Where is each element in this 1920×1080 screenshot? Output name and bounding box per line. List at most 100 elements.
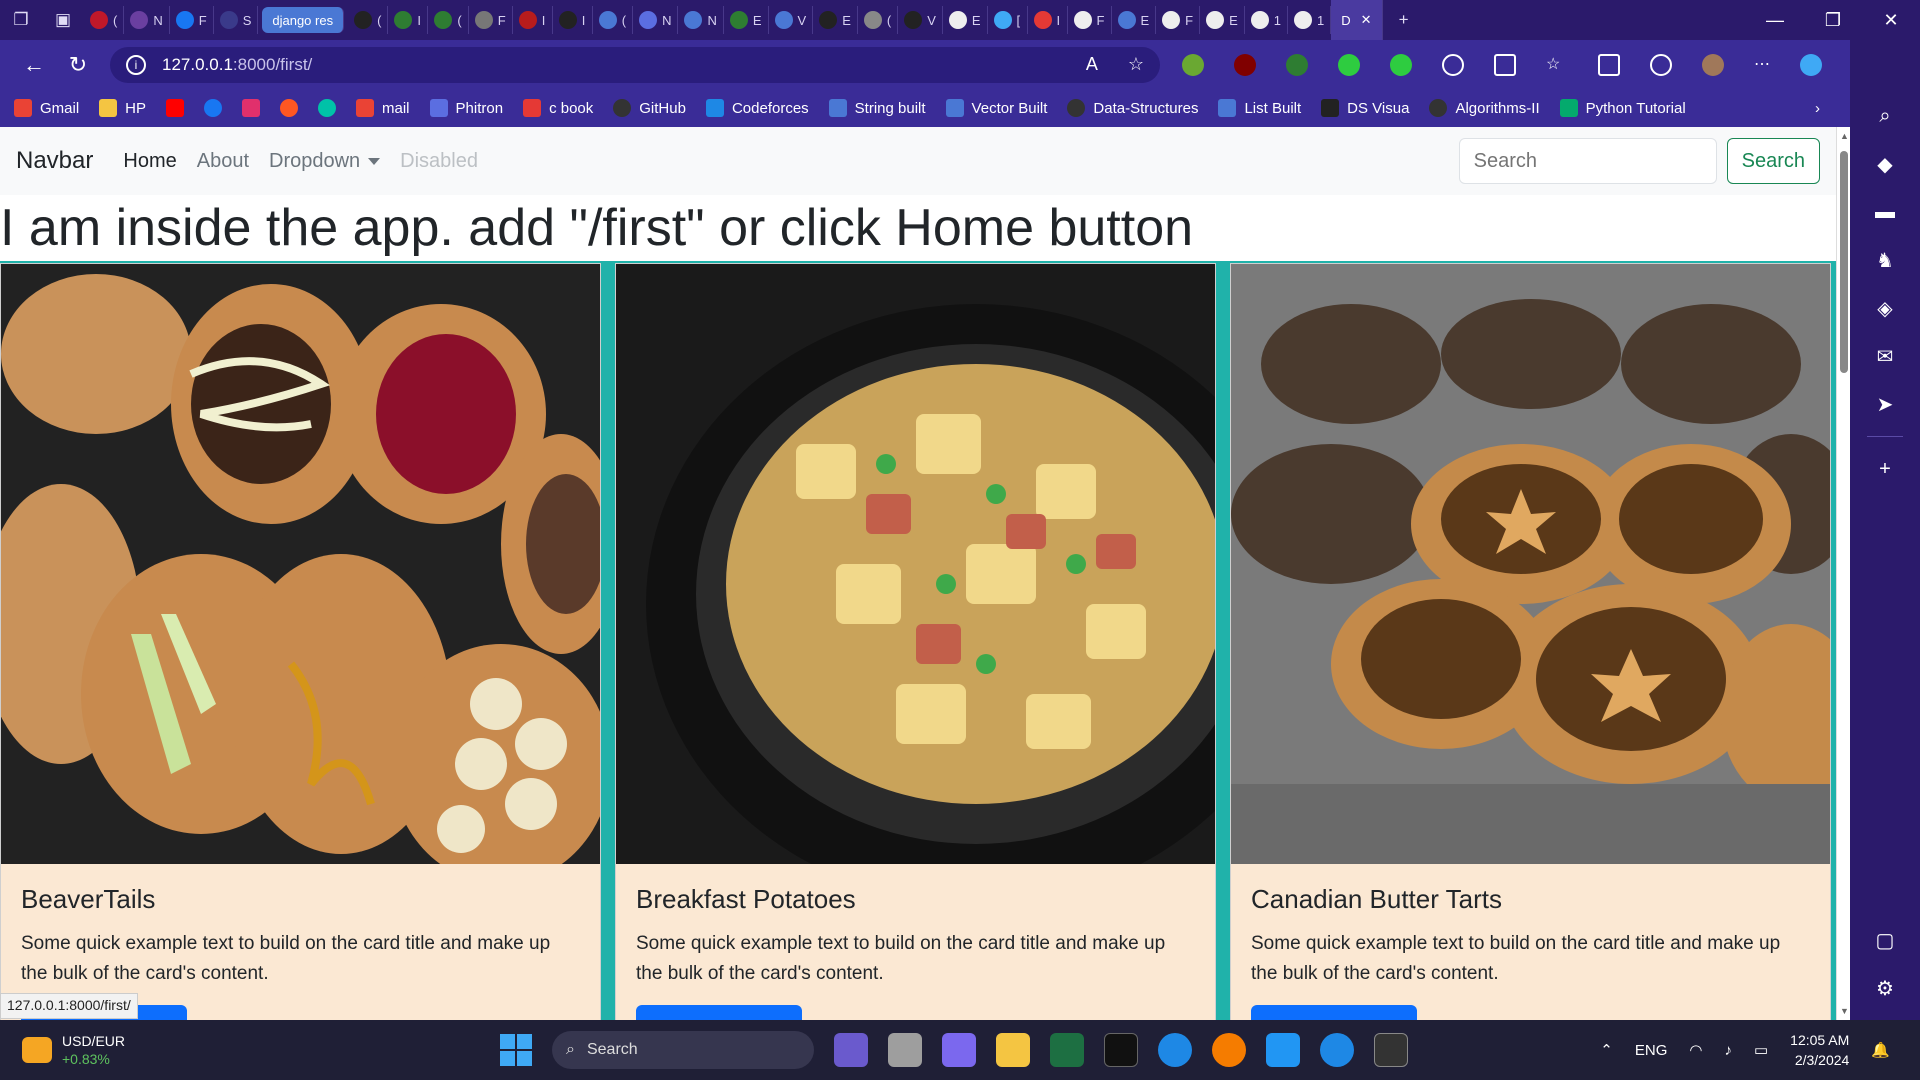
tab-django-res[interactable]: django res	[262, 7, 345, 33]
workspaces-icon[interactable]: ❐	[0, 0, 42, 40]
ticker-widget[interactable]: USD/EUR +0.83%	[0, 1032, 300, 1068]
tab-actions-icon[interactable]: ▣	[42, 0, 84, 40]
windows-start-icon[interactable]	[500, 1034, 532, 1066]
bookmark-algorithms-ii[interactable]: Algorithms-II	[1429, 99, 1540, 117]
bookmark-python-tutorial[interactable]: Python Tutorial	[1559, 99, 1686, 117]
bookmark-notifications[interactable]	[280, 99, 299, 117]
page-scrollbar[interactable]: ▲ ▼	[1836, 127, 1850, 1020]
new-tab-icon[interactable]: +	[1383, 0, 1425, 40]
bookmark-vector-built[interactable]: Vector Built	[945, 99, 1047, 117]
wifi-icon[interactable]: ◠	[1689, 1041, 1702, 1059]
tab[interactable]: V	[898, 6, 943, 34]
back-icon[interactable]: ←	[12, 40, 56, 89]
powershell-icon[interactable]	[1374, 1033, 1408, 1067]
tab[interactable]: I	[388, 6, 429, 34]
add-icon[interactable]: +	[1865, 445, 1905, 493]
tab[interactable]: F	[1156, 6, 1201, 34]
send-icon[interactable]: ➤	[1865, 380, 1905, 428]
bookmark-codeforces[interactable]: Codeforces	[705, 99, 809, 117]
teams-icon[interactable]	[942, 1033, 976, 1067]
bookmark-youtube[interactable]	[166, 99, 185, 117]
collections-icon[interactable]	[1598, 53, 1620, 76]
battery-icon[interactable]: ▭	[1754, 1041, 1768, 1059]
extension-n2-icon[interactable]	[1390, 53, 1412, 76]
tab[interactable]: F	[170, 6, 214, 34]
minimize-icon[interactable]: —	[1746, 0, 1804, 40]
nav-about[interactable]: About	[197, 150, 249, 173]
tab[interactable]: 1	[1288, 6, 1332, 34]
tab[interactable]: E	[1112, 6, 1157, 34]
clock[interactable]: 12:05 AM 2/3/2024	[1790, 1030, 1849, 1070]
card-button[interactable]	[636, 1005, 802, 1020]
tools-icon[interactable]: ▬	[1865, 188, 1905, 236]
bookmark-string-built[interactable]: String built	[828, 99, 926, 117]
outlook-icon[interactable]: ✉	[1865, 332, 1905, 380]
browser-essentials-icon[interactable]	[1650, 53, 1672, 76]
tab[interactable]: E	[943, 6, 988, 34]
more-options-icon[interactable]: ⋯	[1754, 54, 1770, 76]
copilot-icon[interactable]: ◈	[1865, 284, 1905, 332]
bookmark-data-structures[interactable]: Data-Structures	[1067, 99, 1198, 117]
tab[interactable]: E	[724, 6, 769, 34]
restore-icon[interactable]: ❐	[1804, 0, 1862, 40]
bookmark-c-book[interactable]: c book	[523, 99, 593, 117]
bookmark-github[interactable]: GitHub	[613, 99, 686, 117]
tab[interactable]: E	[1200, 6, 1245, 34]
bookmark-ds-visua[interactable]: DS Visua	[1321, 99, 1409, 117]
tab[interactable]: N	[633, 6, 679, 34]
task-view-icon[interactable]	[888, 1033, 922, 1067]
language-indicator[interactable]: ENG	[1635, 1042, 1668, 1059]
tab[interactable]: I	[513, 6, 553, 34]
ublock-icon[interactable]	[1234, 53, 1256, 76]
games-icon[interactable]: ♞	[1865, 236, 1905, 284]
tab[interactable]: I	[553, 6, 593, 34]
extension-n-icon[interactable]	[1338, 53, 1360, 76]
search-icon[interactable]: ⌕	[1865, 92, 1905, 140]
close-window-icon[interactable]: ✕	[1862, 0, 1920, 40]
tab[interactable]: (	[858, 6, 899, 34]
nav-dropdown[interactable]: Dropdown	[269, 150, 381, 173]
copilot-app-icon[interactable]	[834, 1033, 868, 1067]
url-field[interactable]: i 127.0.0.1:8000/first/ A ☆	[110, 46, 1160, 83]
nav-home[interactable]: Home	[123, 150, 176, 173]
tab[interactable]: E	[813, 6, 858, 34]
notification-bell-icon[interactable]: 🔔	[1871, 1041, 1890, 1059]
tab[interactable]: F	[469, 6, 513, 34]
favorite-star-icon[interactable]: ☆	[1128, 54, 1144, 75]
profile-avatar[interactable]	[1702, 53, 1724, 76]
search-button[interactable]: Search	[1726, 138, 1820, 184]
taskbar-search[interactable]: ⌕ Search	[552, 1031, 814, 1069]
excel-icon[interactable]	[1050, 1033, 1084, 1067]
volume-icon[interactable]: ♪	[1724, 1042, 1732, 1059]
firefox-icon[interactable]	[1320, 1033, 1354, 1067]
bookmark-list-built[interactable]: List Built	[1218, 99, 1301, 117]
bookmark-hp[interactable]: HP	[99, 99, 146, 117]
bookmark-instagram[interactable]	[242, 99, 261, 117]
tab[interactable]: I	[1028, 6, 1068, 34]
read-aloud-icon[interactable]: A	[1086, 54, 1098, 75]
search-app-icon[interactable]	[1212, 1033, 1246, 1067]
tab-active[interactable]: D ✕	[1331, 0, 1383, 40]
copilot-icon[interactable]	[1800, 53, 1822, 76]
favorites-icon[interactable]: ☆	[1546, 54, 1568, 76]
refresh-icon[interactable]: ↻	[56, 40, 100, 89]
tab[interactable]: (	[593, 6, 634, 34]
bookmark-mail[interactable]: mail	[356, 99, 410, 117]
extension-icon[interactable]	[1286, 53, 1308, 76]
hide-sidebar-icon[interactable]: ▢	[1865, 916, 1905, 964]
edge-icon[interactable]	[1158, 1033, 1192, 1067]
extension-add-icon[interactable]	[1182, 53, 1204, 76]
show-hidden-icons-chevron-icon[interactable]: ⌃	[1600, 1041, 1613, 1059]
scrollbar-thumb[interactable]	[1840, 151, 1848, 373]
navbar-brand[interactable]: Navbar	[16, 147, 93, 175]
scroll-up-arrow-icon[interactable]: ▲	[1840, 131, 1849, 141]
terminal-icon[interactable]	[1104, 1033, 1138, 1067]
file-explorer-icon[interactable]	[996, 1033, 1030, 1067]
vscode-icon[interactable]	[1266, 1033, 1300, 1067]
more-bookmarks-chevron-icon[interactable]: ›	[1815, 100, 1820, 117]
tab[interactable]: N	[124, 6, 170, 34]
bookmark-chatgpt[interactable]	[318, 99, 337, 117]
site-info-icon[interactable]: i	[126, 54, 146, 75]
tab[interactable]: V	[769, 6, 814, 34]
split-screen-icon[interactable]	[1494, 53, 1516, 76]
